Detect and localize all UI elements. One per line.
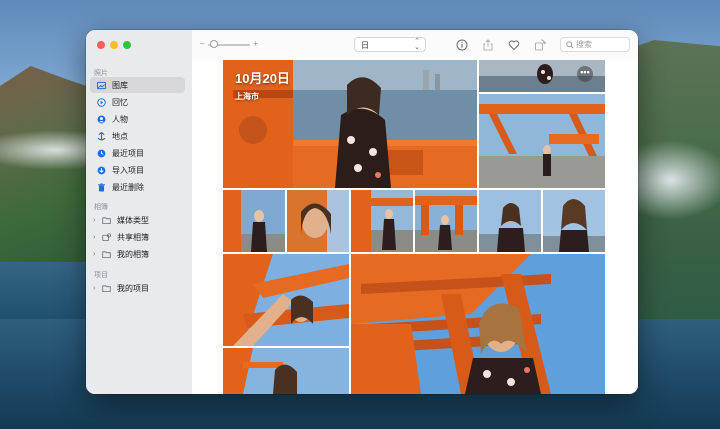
- rotate-button[interactable]: [534, 38, 547, 51]
- photo-grid: 10月20日 上海市 •••: [223, 60, 605, 394]
- close-window-button[interactable]: [97, 41, 105, 49]
- sidebar: 照片 图库 回忆 人物 地点 最近项目 导入项目 最近删除 相簿 › 媒体类型 …: [86, 30, 193, 394]
- photo-tile[interactable]: [287, 190, 349, 252]
- photo-tile[interactable]: [479, 190, 541, 252]
- disclosure-chevron-icon[interactable]: ›: [93, 251, 100, 258]
- view-mode-select[interactable]: 日 ⌃ ⌄: [354, 37, 426, 52]
- sidebar-item-places[interactable]: 地点: [90, 128, 185, 144]
- photo-tile-hero[interactable]: 10月20日 上海市: [223, 60, 477, 188]
- zoom-window-button[interactable]: [123, 41, 131, 49]
- sidebar-item-memories[interactable]: 回忆: [90, 94, 185, 110]
- imports-icon: [97, 166, 106, 175]
- date-header: 10月20日 上海市: [235, 68, 290, 102]
- sidebar-section-albums: 相簿: [94, 204, 108, 211]
- disclosure-chevron-icon[interactable]: ›: [93, 217, 100, 224]
- sidebar-item-imports[interactable]: 导入项目: [90, 162, 185, 178]
- chevron-up-down-icon: ⌃ ⌄: [414, 38, 420, 51]
- memories-icon: [97, 97, 106, 107]
- sidebar-item-recents[interactable]: 最近项目: [90, 145, 185, 161]
- people-icon: [97, 115, 106, 124]
- zoom-in-icon[interactable]: +: [253, 39, 258, 48]
- rotate-icon: [535, 39, 547, 51]
- folder-icon: [102, 284, 111, 293]
- search-field[interactable]: [560, 37, 630, 52]
- date-title: 10月20日: [235, 71, 290, 86]
- photo-tile[interactable]: [351, 190, 413, 252]
- heart-icon: [508, 40, 520, 51]
- sidebar-item-label: 共享相簿: [117, 232, 149, 242]
- sidebar-item-label: 导入项目: [112, 165, 144, 175]
- search-input[interactable]: [576, 39, 626, 50]
- info-button[interactable]: [456, 38, 468, 51]
- sidebar-item-library[interactable]: 图库: [90, 77, 185, 93]
- favorite-button[interactable]: [508, 38, 520, 51]
- zoom-out-icon[interactable]: –: [200, 39, 204, 48]
- window-controls: [97, 41, 131, 49]
- photo-library-content: 10月20日 上海市 •••: [192, 60, 638, 394]
- sidebar-item-label: 我的相簿: [117, 249, 149, 259]
- sidebar-section-projects: 项目: [94, 272, 108, 279]
- photo-tile[interactable]: [223, 254, 349, 346]
- sidebar-item-label: 我的项目: [117, 283, 149, 293]
- sidebar-item-people[interactable]: 人物: [90, 111, 185, 127]
- share-icon: [483, 39, 493, 51]
- folder-icon: [102, 216, 111, 225]
- search-icon: [566, 41, 574, 49]
- sidebar-item-label: 图库: [112, 80, 128, 90]
- photo-tile[interactable]: [415, 190, 477, 252]
- photo-tile[interactable]: [479, 94, 605, 188]
- share-button[interactable]: [482, 38, 494, 51]
- folder-icon: [102, 250, 111, 259]
- minimize-window-button[interactable]: [110, 41, 118, 49]
- sidebar-item-label: 地点: [112, 131, 128, 141]
- photo-tile[interactable]: •••: [479, 60, 605, 92]
- sidebar-item-label: 最近项目: [112, 148, 144, 158]
- trash-icon: [97, 182, 106, 192]
- toolbar: – + 日 ⌃ ⌄: [192, 30, 638, 61]
- sidebar-item-label: 回忆: [112, 97, 128, 107]
- photo-tile[interactable]: [543, 190, 605, 252]
- sidebar-item-recently-deleted[interactable]: 最近删除: [90, 179, 185, 195]
- zoom-slider[interactable]: – +: [200, 39, 258, 50]
- sidebar-item-my-projects[interactable]: › 我的项目: [90, 280, 185, 296]
- shared-album-icon: [102, 232, 111, 242]
- more-options-button[interactable]: •••: [577, 66, 593, 82]
- photo-tile-large[interactable]: [351, 254, 605, 394]
- location-label: 上海市: [235, 92, 259, 101]
- sidebar-item-media-types[interactable]: › 媒体类型: [90, 212, 185, 228]
- recents-icon: [97, 149, 106, 158]
- view-mode-value: 日: [361, 41, 369, 50]
- photo-tile[interactable]: [223, 348, 349, 394]
- disclosure-chevron-icon[interactable]: ›: [93, 285, 100, 292]
- photos-window: 照片 图库 回忆 人物 地点 最近项目 导入项目 最近删除 相簿 › 媒体类型 …: [86, 30, 638, 394]
- zoom-slider-knob[interactable]: [210, 40, 218, 48]
- sidebar-item-my-albums[interactable]: › 我的相簿: [90, 246, 185, 262]
- sidebar-item-label: 最近删除: [112, 182, 144, 192]
- places-icon: [97, 131, 106, 141]
- library-icon: [97, 81, 106, 90]
- sidebar-item-label: 人物: [112, 114, 128, 124]
- sidebar-item-label: 媒体类型: [117, 215, 149, 225]
- sidebar-item-shared-albums[interactable]: › 共享相簿: [90, 229, 185, 245]
- disclosure-chevron-icon[interactable]: ›: [93, 234, 100, 241]
- info-icon: [456, 39, 468, 51]
- photo-tile[interactable]: [223, 190, 285, 252]
